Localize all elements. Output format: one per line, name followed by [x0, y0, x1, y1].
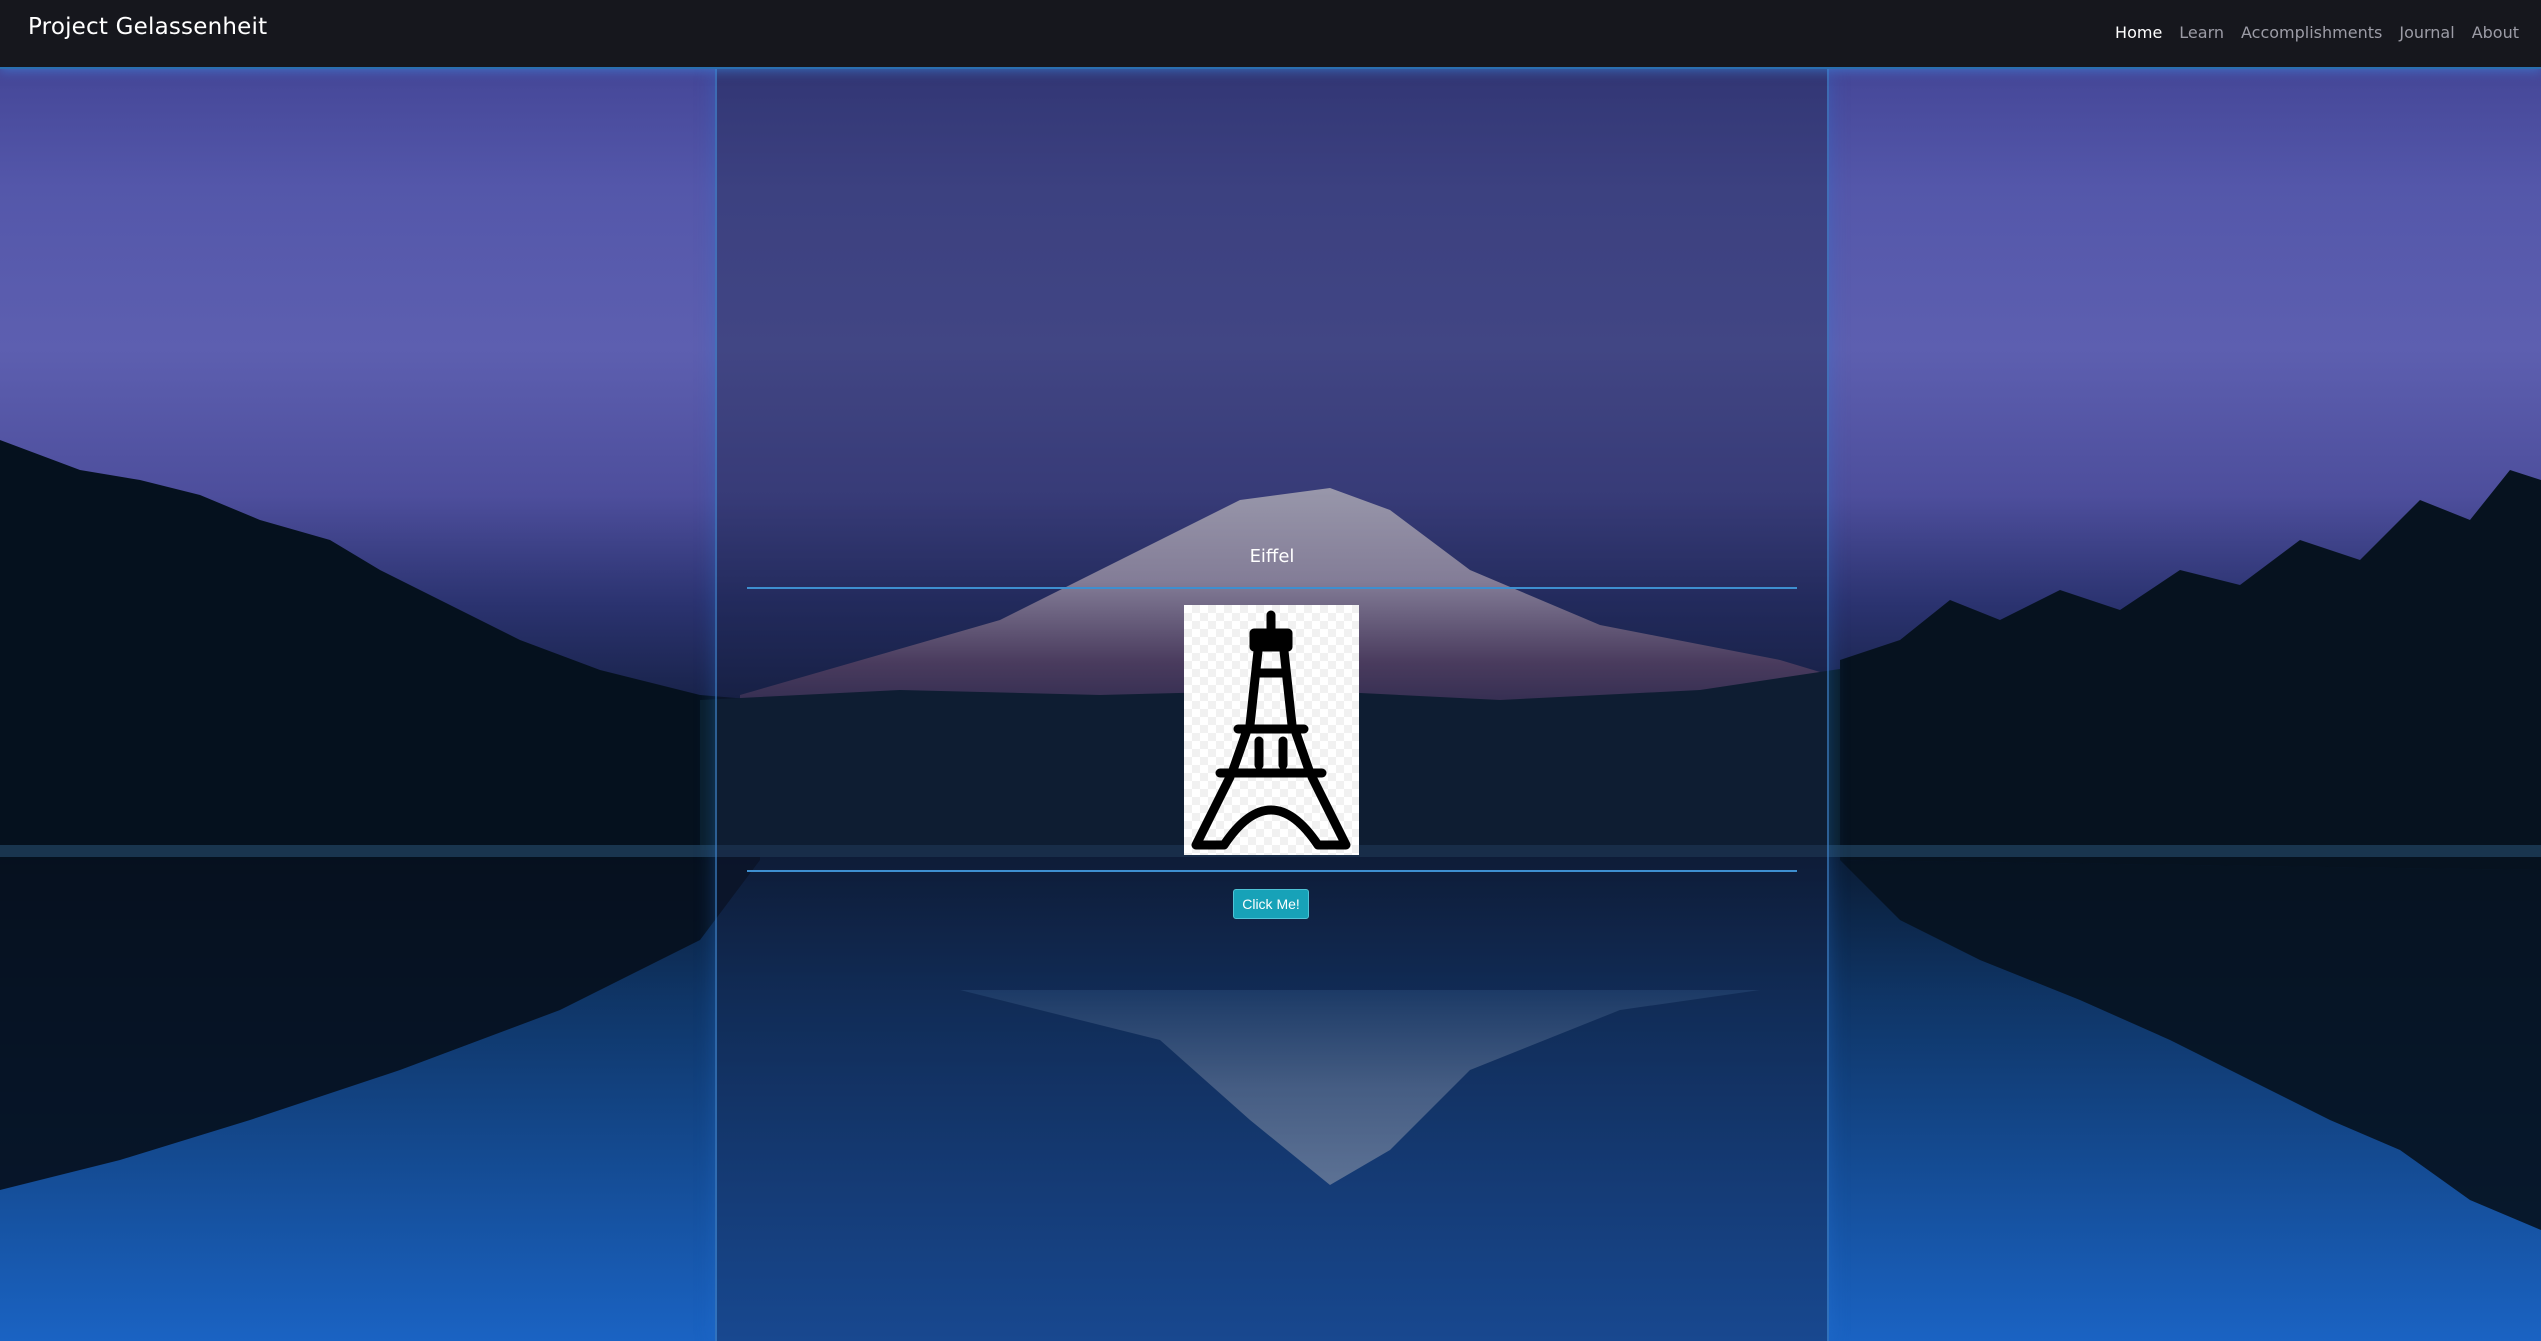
- content-panel: Eiffel Click Me!: [715, 69, 1829, 1341]
- nav-links: Home Learn Accomplishments Journal About: [2115, 23, 2519, 42]
- brand-link[interactable]: Project Gelassenheit: [28, 14, 267, 40]
- click-me-button[interactable]: Click Me!: [1233, 889, 1309, 919]
- card-title: Eiffel: [1249, 546, 1295, 567]
- divider-top: [747, 587, 1797, 589]
- nav-link-home[interactable]: Home: [2115, 23, 2162, 42]
- nav-link-accomplishments[interactable]: Accomplishments: [2241, 23, 2382, 42]
- nav-link-journal[interactable]: Journal: [2399, 23, 2454, 42]
- card-image: [1184, 605, 1359, 855]
- navbar: Project Gelassenheit Home Learn Accompli…: [0, 0, 2541, 69]
- nav-link-learn[interactable]: Learn: [2179, 23, 2224, 42]
- divider-bottom: [747, 870, 1797, 872]
- eiffel-tower-icon: [1191, 610, 1351, 850]
- nav-link-about[interactable]: About: [2472, 23, 2519, 42]
- page: Project Gelassenheit Home Learn Accompli…: [0, 0, 2541, 1341]
